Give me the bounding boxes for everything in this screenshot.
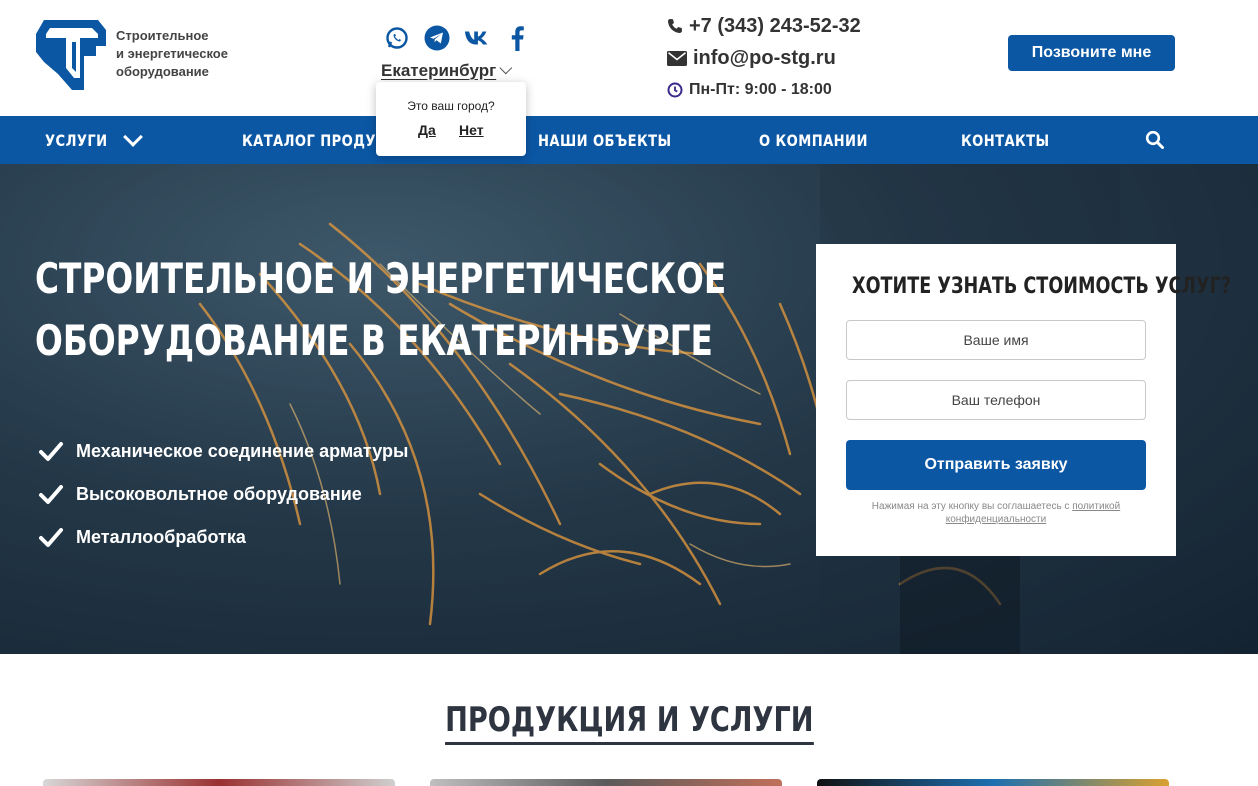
work-hours-text: Пн-Пт: 9:00 - 18:00 (689, 81, 832, 98)
section-title: ПРОДУКЦИЯ И УСЛУГИ (444, 700, 814, 745)
feature-text: Высоковольтное оборудование (76, 484, 362, 504)
product-card[interactable] (43, 779, 395, 786)
section-heading: ПРОДУКЦИЯ И УСЛУГИ (0, 700, 1258, 745)
search-icon[interactable] (1145, 130, 1165, 150)
city-no-button[interactable]: Нет (459, 122, 484, 138)
phone-link[interactable]: +7 (343) 243-52-32 (667, 12, 861, 40)
feature-text: Механическое соединение арматуры (76, 441, 409, 461)
vk-icon[interactable] (464, 25, 490, 51)
hero-banner: СТРОИТЕЛЬНОЕ И ЭНЕРГЕТИЧЕСКОЕ ОБОРУДОВАН… (0, 164, 1258, 654)
envelope-icon (667, 50, 687, 66)
policy-text: Нажимая на эту кнопку вы соглашаетесь с (871, 501, 1073, 512)
feature-text: Металлообработка (76, 527, 246, 547)
logo-text: Строительное и энергетическое оборудован… (116, 28, 228, 79)
phone-icon (668, 19, 682, 33)
social-links (384, 25, 530, 51)
nav-item-contacts[interactable]: КОНТАКТЫ (961, 116, 1050, 164)
contacts-block: +7 (343) 243-52-32 info@po-stg.ru Пн-Пт:… (667, 12, 861, 104)
hero-title: СТРОИТЕЛЬНОЕ И ЭНЕРГЕТИЧЕСКОЕ ОБОРУДОВАН… (35, 254, 727, 365)
chevron-down-icon[interactable] (123, 127, 143, 147)
email-address: info@po-stg.ru (693, 46, 836, 69)
submit-request-button[interactable]: Отправить заявку (846, 440, 1146, 490)
clock-icon (667, 82, 683, 98)
telegram-icon[interactable] (424, 25, 450, 51)
name-field[interactable] (846, 320, 1146, 360)
feature-list: Механическое соединение арматуры Высоков… (38, 430, 408, 559)
callback-button[interactable]: Позвоните мне (1008, 35, 1175, 71)
form-title: ХОТИТЕ УЗНАТЬ СТОИМОСТЬ УСЛУГ? (852, 274, 1232, 299)
product-card[interactable] (430, 779, 782, 786)
checkmark-icon (39, 441, 63, 461)
list-item: Механическое соединение арматуры (38, 430, 408, 473)
chevron-down-icon (499, 61, 513, 74)
site-header: Строительное и энергетическое оборудован… (0, 0, 1258, 156)
nav-item-about[interactable]: О КОМПАНИИ (759, 116, 868, 164)
nav-item-objects[interactable]: НАШИ ОБЪЕКТЫ (538, 116, 672, 164)
city-confirm-popup: Это ваш город? Да Нет (376, 82, 526, 156)
list-item: Металлообработка (38, 516, 408, 559)
city-yes-button[interactable]: Да (418, 122, 436, 138)
city-name: Екатеринбург (381, 61, 497, 80)
company-logo[interactable] (36, 16, 106, 90)
checkmark-icon (39, 527, 63, 547)
city-question: Это ваш город? (407, 99, 495, 113)
main-nav: УСЛУГИ КАТАЛОГ ПРОДУКЦИИ НАШИ ОБЪЕКТЫ О … (0, 116, 1258, 164)
work-hours: Пн-Пт: 9:00 - 18:00 (667, 76, 861, 104)
phone-number: +7 (343) 243-52-32 (689, 14, 861, 37)
checkmark-icon (39, 484, 63, 504)
email-link[interactable]: info@po-stg.ru (667, 42, 861, 74)
product-card[interactable] (817, 779, 1169, 786)
city-selector[interactable]: Екатеринбург (381, 61, 513, 81)
list-item: Высоковольтное оборудование (38, 473, 408, 516)
phone-field[interactable] (846, 380, 1146, 420)
facebook-icon[interactable] (504, 25, 530, 51)
whatsapp-icon[interactable] (384, 25, 410, 51)
policy-note: Нажимая на эту кнопку вы соглашаетесь с … (856, 500, 1136, 526)
price-request-form: ХОТИТЕ УЗНАТЬ СТОИМОСТЬ УСЛУГ? Отправить… (816, 244, 1232, 556)
nav-item-services[interactable]: УСЛУГИ (45, 116, 108, 164)
